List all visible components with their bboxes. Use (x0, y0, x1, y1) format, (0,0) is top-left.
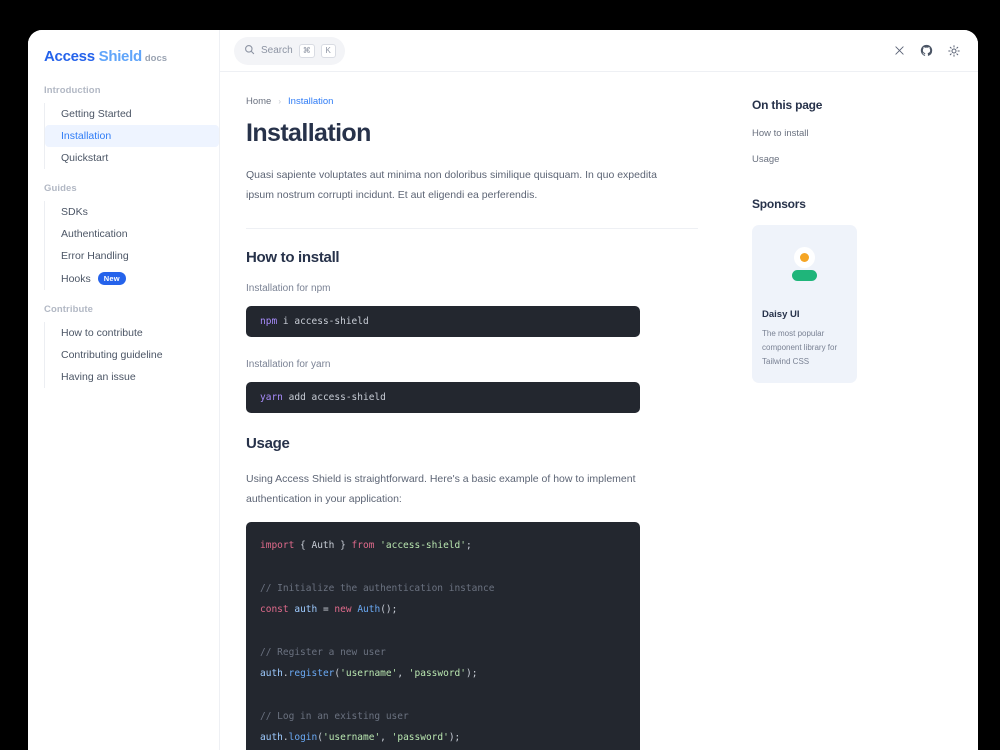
breadcrumb-separator-icon: › (278, 97, 282, 106)
sponsor-name: Daisy UI (762, 309, 800, 320)
sidebar-group-items: SDKs Authentication Error Handling Hooks New (44, 201, 219, 290)
section-heading-how-to-install: How to install (246, 248, 340, 266)
sidebar-item-label: Getting Started (61, 108, 132, 120)
top-bar: Search ⌘ K (220, 30, 978, 72)
sidebar-item-label: SDKs (61, 206, 88, 218)
x-twitter-icon[interactable] (894, 45, 905, 56)
github-icon[interactable] (920, 44, 933, 57)
left-sidebar: Access Shield docs Introduction Getting St… (28, 30, 220, 750)
sidebar-item-hooks[interactable]: Hooks New (45, 267, 219, 290)
sidebar-group-title: Contribute (44, 304, 94, 315)
toc-title: On this page (752, 98, 823, 112)
daisy-ui-logo-icon (762, 247, 847, 281)
toc-link-how-to-install[interactable]: How to install (752, 128, 958, 139)
caption-npm: Installation for npm (246, 282, 331, 294)
brand-word-2: Shield (98, 48, 143, 65)
section-heading-usage: Usage (246, 434, 290, 452)
main-content: Home › Installation Installation Quasi s… (220, 72, 752, 750)
theme-toggle-icon[interactable] (948, 44, 960, 57)
app-window: Access Shield docs Introduction Getting St… (28, 30, 978, 750)
sidebar-item-having-an-issue[interactable]: Having an issue (45, 366, 219, 388)
sidebar-group-items: How to contribute Contributing guideline H… (44, 322, 219, 388)
sidebar-item-label: Quickstart (61, 152, 109, 164)
sidebar-nav: Introduction Getting Started Installation Q… (28, 85, 219, 388)
sidebar-item-quickstart[interactable]: Quickstart (45, 147, 219, 169)
yarn-args-token: add access-shield (288, 391, 386, 403)
sidebar-item-label: Having an issue (61, 371, 136, 383)
yarn-tool-token: yarn (260, 391, 283, 403)
page-lead-paragraph: Quasi sapiente voluptates aut minima non… (246, 169, 657, 202)
sponsor-description: The most popular component library for T… (762, 329, 838, 366)
sidebar-group-title: Introduction (44, 85, 101, 96)
search-shortcut-key: K (320, 43, 336, 58)
right-sidebar: On this page How to install Usage Sponsor… (752, 72, 978, 750)
sponsors-title: Sponsors (752, 197, 806, 211)
sidebar-item-contributing-guideline[interactable]: Contributing guideline (45, 344, 219, 366)
code-block-npm[interactable]: npm i access-shield (246, 305, 640, 337)
sidebar-group-items: Getting Started Installation Quickstart (44, 103, 219, 169)
sidebar-item-label: Authentication (61, 228, 128, 240)
top-bar-icons (894, 44, 960, 57)
sidebar-item-label: Error Handling (61, 250, 129, 262)
sidebar-item-how-to-contribute[interactable]: How to contribute (45, 322, 219, 344)
search-input[interactable]: Search ⌘ K (234, 36, 345, 65)
caption-yarn: Installation for yarn (246, 358, 331, 370)
content-pane: Search ⌘ K Home › Installation Installat… (220, 30, 978, 750)
sidebar-item-error-handling[interactable]: Error Handling (45, 245, 219, 267)
logo-dot (800, 253, 809, 262)
code-block-yarn[interactable]: yarn add access-shield (246, 381, 640, 413)
sidebar-item-getting-started[interactable]: Getting Started (45, 103, 219, 125)
page-title: Installation (246, 119, 371, 147)
breadcrumb-home[interactable]: Home (246, 96, 271, 107)
sponsor-card[interactable]: Daisy UI The most popular component libr… (752, 225, 857, 383)
sidebar-item-authentication[interactable]: Authentication (45, 223, 219, 245)
search-icon (244, 42, 255, 60)
usage-intro-paragraph: Using Access Shield is straightforward. … (246, 472, 636, 506)
code-block-usage[interactable]: import { Auth } from 'access-shield'; //… (246, 521, 640, 750)
sidebar-item-sdks[interactable]: SDKs (45, 201, 219, 223)
breadcrumb: Home › Installation (246, 96, 752, 107)
sidebar-item-installation[interactable]: Installation (45, 125, 219, 147)
scroll-area: Home › Installation Installation Quasi s… (220, 72, 978, 750)
brand-word-1: Access (44, 48, 95, 65)
search-shortcut-modifier: ⌘ (298, 43, 315, 58)
toc-links: How to install Usage (752, 128, 958, 165)
sidebar-group-title: Guides (44, 183, 77, 194)
brand-logo[interactable]: Access Shield docs (28, 46, 219, 65)
logo-circle (794, 247, 815, 268)
sidebar-item-label: Hooks (61, 272, 91, 285)
divider (246, 227, 698, 229)
npm-args-token: i access-shield (282, 315, 369, 327)
sidebar-item-label: How to contribute (61, 327, 143, 339)
breadcrumb-current[interactable]: Installation (288, 96, 333, 107)
toc-link-usage[interactable]: Usage (752, 154, 958, 165)
npm-tool-token: npm (260, 315, 278, 327)
sidebar-item-label: Installation (61, 130, 112, 142)
brand-suffix: docs (144, 53, 168, 64)
logo-pill (792, 270, 817, 281)
sidebar-item-label: Contributing guideline (61, 349, 163, 361)
status-badge: New (97, 272, 126, 285)
search-label: Search (261, 45, 293, 56)
